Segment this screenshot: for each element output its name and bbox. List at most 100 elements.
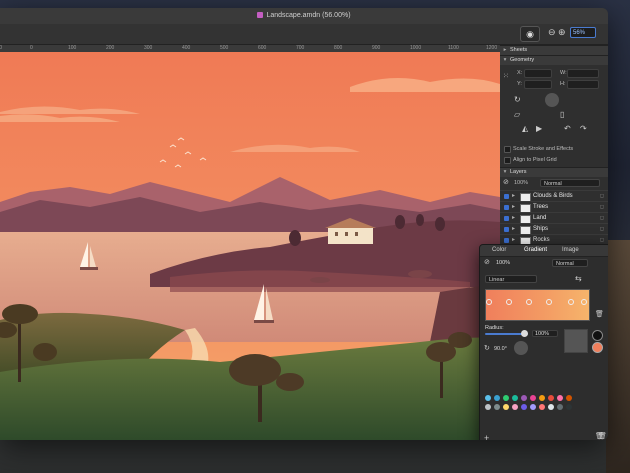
gradient-stop[interactable] <box>568 299 574 305</box>
color-swatch[interactable] <box>539 404 545 410</box>
align-pixel-checkbox[interactable] <box>504 157 511 164</box>
gradient-stop[interactable] <box>526 299 532 305</box>
radius-field[interactable]: 100% <box>532 330 558 337</box>
shear-vertical-icon[interactable]: ▯ <box>560 111 564 119</box>
color-swatch[interactable] <box>494 404 500 410</box>
color-swatch[interactable] <box>557 404 563 410</box>
fill-blend-select[interactable]: Normal <box>552 259 588 267</box>
color-swatch[interactable] <box>530 404 536 410</box>
color-swatch[interactable] <box>503 404 509 410</box>
ruler-tick-label: 0 <box>30 45 33 51</box>
layers-header[interactable]: ▾ Layers <box>500 167 608 177</box>
disclosure-triangle-icon[interactable]: ▸ <box>512 225 515 232</box>
opacity-icon: ⊘ <box>484 259 490 266</box>
anchor-grid-icon[interactable]: ⁙ <box>503 73 509 81</box>
ruler-tick-label: 500 <box>220 45 229 51</box>
layer-opacity-value[interactable]: 100% <box>514 180 528 186</box>
gradient-stop[interactable] <box>506 299 512 305</box>
tab-image[interactable]: Image <box>562 247 579 253</box>
layer-visibility-checkbox[interactable] <box>504 216 509 221</box>
gradient-editor[interactable] <box>485 289 590 321</box>
ruler-tick-label: -100 <box>0 45 3 51</box>
reverse-gradient-icon[interactable]: ⇆ <box>575 275 582 283</box>
eye-icon[interactable]: ◉ <box>520 26 540 42</box>
layer-visibility-checkbox[interactable] <box>504 205 509 210</box>
color-swatch[interactable] <box>557 395 563 401</box>
disclosure-triangle-icon[interactable]: ▸ <box>512 214 515 221</box>
y-field[interactable] <box>524 80 552 89</box>
ruler-tick-label: 100 <box>68 45 77 51</box>
gradient-type-select[interactable]: Linear <box>485 275 537 283</box>
radius-slider-knob[interactable] <box>521 330 528 337</box>
disclosure-triangle-icon[interactable]: ▸ <box>512 192 515 199</box>
zoom-out-icon[interactable]: ⊖ <box>548 27 556 38</box>
sheets-label: Sheets <box>510 47 528 53</box>
w-field[interactable] <box>567 69 599 78</box>
lock-icon[interactable]: ◻ <box>600 226 604 232</box>
zoom-in-icon[interactable]: ⊕ <box>558 27 566 38</box>
color-swatch[interactable] <box>566 395 572 401</box>
ruler-tick-label: 900 <box>372 45 381 51</box>
lock-icon[interactable]: ◻ <box>600 215 604 221</box>
artboard-canvas[interactable] <box>0 52 500 440</box>
layer-visibility-checkbox[interactable] <box>504 238 509 243</box>
h-field[interactable] <box>567 80 599 89</box>
flip-vertical-icon[interactable]: ▶ <box>536 125 542 133</box>
lock-icon[interactable]: ◻ <box>600 237 604 243</box>
rotate-left-icon[interactable]: ↶ <box>564 125 571 133</box>
lock-icon[interactable]: ◻ <box>600 193 604 199</box>
layer-blend-select[interactable]: Normal <box>540 179 600 187</box>
layer-visibility-checkbox[interactable] <box>504 227 509 232</box>
fill-stroke-wells <box>588 324 606 354</box>
fill-well[interactable] <box>592 342 603 353</box>
gradient-stop[interactable] <box>546 299 552 305</box>
color-swatch[interactable] <box>485 395 491 401</box>
layer-name: Ships <box>533 226 549 232</box>
color-swatch[interactable] <box>503 395 509 401</box>
tab-gradient[interactable]: Gradient <box>524 247 547 253</box>
gradient-stop[interactable] <box>581 299 587 305</box>
layer-name: Land <box>533 215 547 221</box>
gradient-stop[interactable] <box>486 299 492 305</box>
h-label: H: <box>560 81 566 87</box>
ruler-tick-label: 200 <box>106 45 115 51</box>
zoom-field[interactable]: 56% <box>570 27 596 38</box>
tab-color[interactable]: Color <box>492 247 506 253</box>
flip-horizontal-icon[interactable]: ◭ <box>522 125 528 133</box>
disclosure-triangle-icon[interactable]: ▸ <box>512 203 515 210</box>
color-swatch[interactable] <box>521 395 527 401</box>
color-swatch[interactable] <box>539 395 545 401</box>
color-swatch[interactable] <box>512 395 518 401</box>
color-swatch[interactable] <box>566 404 572 410</box>
rotate-icon[interactable]: ↻ <box>514 96 521 104</box>
angle-value[interactable]: 90.0° <box>494 346 507 352</box>
x-field[interactable] <box>524 69 552 78</box>
scale-stroke-checkbox[interactable] <box>504 146 511 153</box>
lock-icon[interactable]: ◻ <box>600 204 604 210</box>
shear-icon[interactable]: ▱ <box>514 111 520 119</box>
geometry-header[interactable]: ▾ Geometry <box>500 55 608 65</box>
add-swatch-button[interactable]: + <box>484 433 489 440</box>
sheets-header[interactable]: ▸ Sheets <box>500 45 608 55</box>
fill-opacity-value[interactable]: 100% <box>496 260 510 266</box>
trash-icon[interactable]: 🗑 <box>595 311 604 319</box>
stroke-well[interactable] <box>592 330 603 341</box>
rotation-dial[interactable] <box>545 93 559 107</box>
color-swatch[interactable] <box>530 395 536 401</box>
color-swatch[interactable] <box>548 395 554 401</box>
rotate-right-icon[interactable]: ↷ <box>580 125 587 133</box>
color-swatch[interactable] <box>521 404 527 410</box>
color-swatch[interactable] <box>485 404 491 410</box>
color-swatch[interactable] <box>494 395 500 401</box>
toolbar: ◉ ⊖ ⊕ 56% <box>0 24 608 45</box>
w-label: W: <box>560 70 567 76</box>
color-swatch[interactable] <box>548 404 554 410</box>
app-window: Landscape.amdn (56.00%) ◉ ⊖ ⊕ 56% -100 0 1… <box>0 8 608 440</box>
angle-dial[interactable] <box>514 341 528 355</box>
color-swatch[interactable] <box>512 404 518 410</box>
ruler-tick-label: 1000 <box>410 45 422 51</box>
window-title: Landscape.amdn (56.00%) <box>266 12 351 19</box>
disclosure-triangle-icon[interactable]: ▸ <box>512 236 515 243</box>
layer-visibility-checkbox[interactable] <box>504 194 509 199</box>
trash-icon[interactable]: 🗑 <box>595 433 604 440</box>
